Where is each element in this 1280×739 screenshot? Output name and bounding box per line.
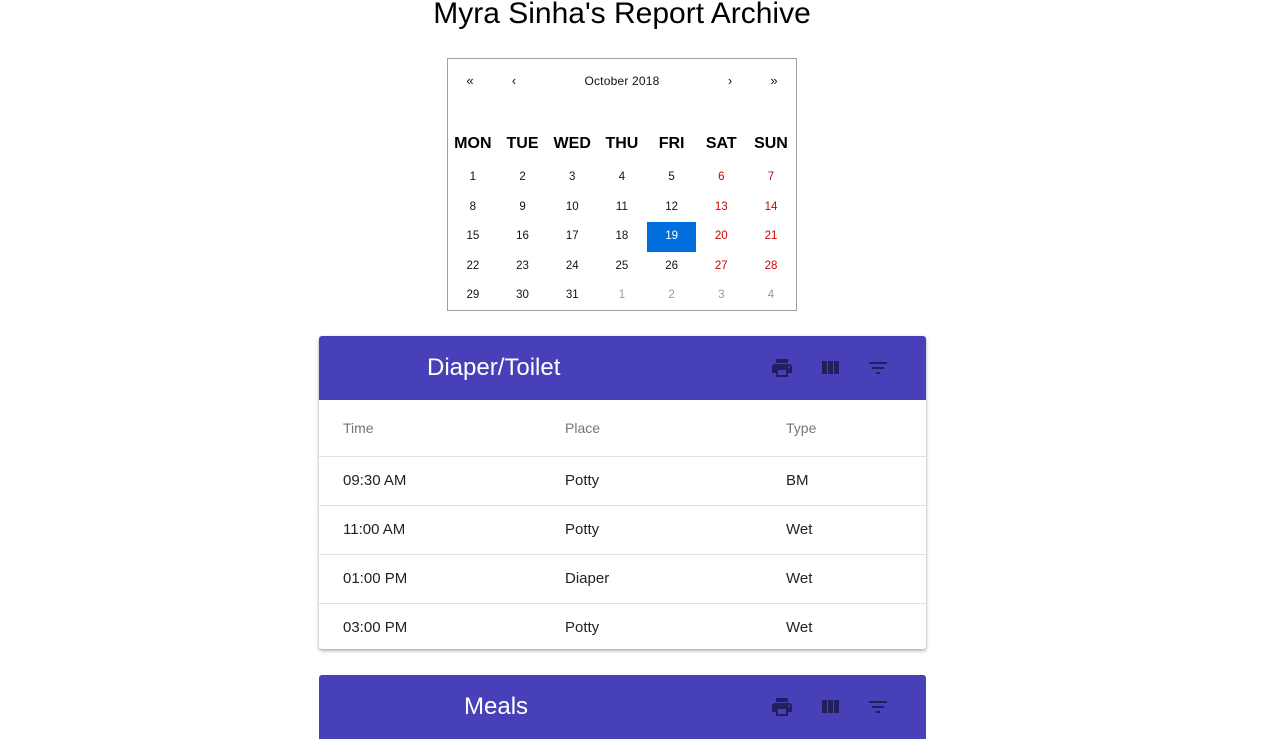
calendar-day[interactable]: 13 xyxy=(696,193,746,223)
calendar-day[interactable]: 17 xyxy=(547,222,597,252)
calendar-week-row: 1234567 xyxy=(448,163,796,193)
column-header-time[interactable]: Time xyxy=(343,400,374,456)
type-cell: Wet xyxy=(786,570,813,587)
filter-list-icon[interactable] xyxy=(866,695,890,719)
place-cell: Potty xyxy=(565,472,600,489)
calendar: « ‹ October 2018 › » MON TUE WED THU FRI… xyxy=(447,58,797,311)
calendar-day[interactable]: 7 xyxy=(746,163,796,193)
calendar-days: 1 2 3 4 5 6 7 8 9 10 11 12 13 14 15 16 17 18 19 20 21 22 23 24 2… xyxy=(448,163,796,311)
calendar-day[interactable]: 11 xyxy=(597,193,647,223)
table-row[interactable]: 11:00 AM Potty Wet xyxy=(319,506,926,555)
type-cell: Wet xyxy=(786,521,813,538)
meals-card: Meals xyxy=(319,675,926,739)
calendar-day[interactable]: 31 xyxy=(547,281,597,311)
calendar-month-label[interactable]: October 2018 xyxy=(548,71,696,91)
view-column-icon[interactable] xyxy=(818,356,842,380)
calendar-day[interactable]: 21 xyxy=(746,222,796,252)
card-title: Diaper/Toilet xyxy=(427,354,561,381)
calendar-day[interactable]: 15 xyxy=(448,222,498,252)
calendar-day[interactable]: 3 xyxy=(696,281,746,311)
view-column-icon[interactable] xyxy=(818,695,842,719)
place-cell: Potty xyxy=(565,521,600,538)
column-header-place[interactable]: Place xyxy=(565,400,600,456)
calendar-navigation: « ‹ October 2018 › » xyxy=(448,59,796,103)
calendar-day[interactable]: 4 xyxy=(597,163,647,193)
calendar-day[interactable]: 2 xyxy=(647,281,697,311)
calendar-day[interactable]: 1 xyxy=(597,281,647,311)
column-header-type[interactable]: Type xyxy=(786,400,816,456)
card-title: Meals xyxy=(464,693,529,720)
calendar-day[interactable]: 6 xyxy=(696,163,746,193)
weekday-label: FRI xyxy=(658,135,685,152)
calendar-day[interactable]: 27 xyxy=(696,252,746,282)
calendar-day[interactable]: 14 xyxy=(746,193,796,223)
prev-year-button[interactable]: « xyxy=(458,71,482,91)
prev-month-button[interactable]: ‹ xyxy=(502,71,526,91)
type-cell: Wet xyxy=(786,619,813,636)
calendar-day[interactable]: 29 xyxy=(448,281,498,311)
calendar-day[interactable]: 30 xyxy=(498,281,548,311)
calendar-day[interactable]: 28 xyxy=(746,252,796,282)
weekday-label: TUE xyxy=(506,135,539,152)
weekday-label: THU xyxy=(605,135,639,152)
next-year-button[interactable]: » xyxy=(762,71,786,91)
table-header: Time Place Type xyxy=(319,400,926,457)
card-header: Meals xyxy=(319,675,926,739)
calendar-day[interactable]: 2 xyxy=(498,163,548,193)
print-icon[interactable] xyxy=(770,695,794,719)
calendar-week-row: 15 16 17 18 19 20 21 xyxy=(448,222,796,252)
time-cell: 03:00 PM xyxy=(343,619,408,636)
calendar-weekdays: MON TUE WED THU FRI SAT SUN xyxy=(448,133,796,155)
calendar-day[interactable]: 4 xyxy=(746,281,796,311)
table-row[interactable]: 09:30 AM Potty BM xyxy=(319,457,926,506)
calendar-day[interactable]: 1 xyxy=(448,163,498,193)
weekday-label: MON xyxy=(454,135,492,152)
calendar-week-row: 29 30 31 1 2 3 4 xyxy=(448,281,796,311)
time-cell: 11:00 AM xyxy=(343,521,406,538)
calendar-day[interactable]: 24 xyxy=(547,252,597,282)
calendar-day[interactable]: 25 xyxy=(597,252,647,282)
time-cell: 09:30 AM xyxy=(343,472,407,489)
calendar-day[interactable]: 19 xyxy=(646,222,697,252)
next-month-button[interactable]: › xyxy=(718,71,742,91)
calendar-day[interactable]: 26 xyxy=(647,252,697,282)
calendar-day[interactable]: 5 xyxy=(647,163,697,193)
calendar-day[interactable]: 12 xyxy=(647,193,697,223)
time-cell: 01:00 PM xyxy=(343,570,408,587)
calendar-day[interactable]: 10 xyxy=(547,193,597,223)
page-title: Myra Sinha's Report Archive xyxy=(433,0,811,30)
weekday-label: SUN xyxy=(754,135,788,152)
calendar-day[interactable]: 18 xyxy=(597,222,647,252)
table-row[interactable]: 03:00 PM Potty Wet xyxy=(319,604,926,652)
calendar-day[interactable]: 20 xyxy=(696,222,746,252)
calendar-day[interactable]: 16 xyxy=(498,222,548,252)
type-cell: BM xyxy=(786,472,809,489)
filter-list-icon[interactable] xyxy=(866,356,890,380)
calendar-week-row: 22 23 24 25 26 27 28 xyxy=(448,252,796,282)
calendar-day[interactable]: 8 xyxy=(448,193,498,223)
place-cell: Diaper xyxy=(565,570,610,587)
calendar-day[interactable]: 23 xyxy=(498,252,548,282)
calendar-day[interactable]: 3 xyxy=(547,163,597,193)
calendar-week-row: 8 9 10 11 12 13 14 xyxy=(448,193,796,223)
card-header: Diaper/Toilet xyxy=(319,336,926,400)
print-icon[interactable] xyxy=(770,356,794,380)
table-row[interactable]: 01:00 PM Diaper Wet xyxy=(319,555,926,604)
calendar-day[interactable]: 22 xyxy=(448,252,498,282)
diaper-toilet-card: Diaper/Toilet Time Place Type 09:30 AM P… xyxy=(319,336,926,649)
calendar-day[interactable]: 9 xyxy=(498,193,548,223)
weekday-label: SAT xyxy=(705,135,737,152)
weekday-label: WED xyxy=(553,135,591,152)
place-cell: Potty xyxy=(565,619,600,636)
